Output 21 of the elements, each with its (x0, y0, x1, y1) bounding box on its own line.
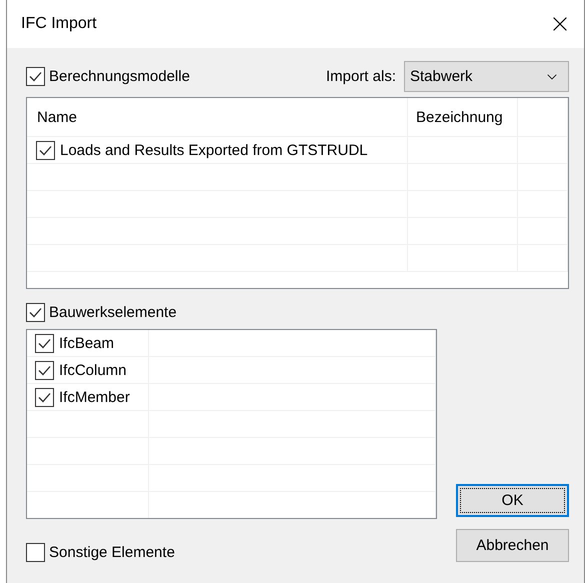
checkbox-label: Bauwerkselemente (49, 304, 177, 320)
table-cell: IfcBeam (59, 334, 114, 352)
table-cell: Loads and Results Exported from GTSTRUDL (60, 142, 368, 158)
checkbox[interactable] (35, 360, 54, 380)
checkbox[interactable] (35, 388, 54, 406)
column-header[interactable]: Name (27, 98, 408, 136)
ok-button[interactable]: OK (456, 484, 569, 517)
import-label: Import als: (326, 68, 396, 85)
table-cell: IfcMember (59, 388, 130, 406)
checkbox[interactable] (26, 67, 45, 86)
cancel-button[interactable]: Abbrechen (456, 529, 569, 562)
checkbox-label: Sonstige Elemente (49, 544, 175, 560)
checkbox[interactable] (36, 140, 55, 160)
checkbox-label: Berechnungsmodelle (49, 68, 190, 85)
window-title: IFC Import (21, 15, 97, 33)
checkbox[interactable] (26, 542, 45, 562)
checkbox[interactable] (26, 302, 45, 322)
import-dropdown[interactable]: Stabwerk (404, 61, 569, 92)
column-header[interactable]: Bezeichnung (408, 98, 518, 136)
table-cell: IfcColumn (59, 362, 127, 378)
checkbox[interactable] (35, 334, 54, 352)
